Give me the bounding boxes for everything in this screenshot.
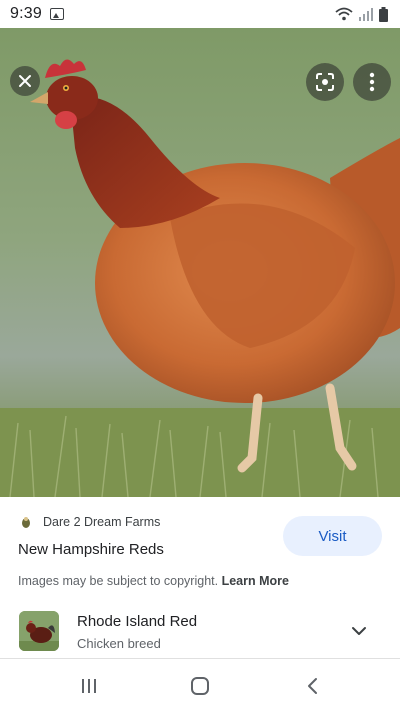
- back-icon: [308, 678, 317, 694]
- lens-icon: [316, 73, 334, 91]
- wifi-icon: [335, 7, 353, 21]
- learn-more-link[interactable]: Learn More: [222, 574, 289, 588]
- entity-thumbnail: [19, 611, 59, 651]
- chevron-down-icon[interactable]: [349, 621, 369, 641]
- copyright-notice: Images may be subject to copyright. Lear…: [18, 574, 289, 588]
- entity-subtitle: Chicken breed: [77, 636, 161, 651]
- image-viewer[interactable]: [0, 28, 400, 497]
- visit-button[interactable]: Visit: [283, 516, 382, 556]
- more-options-button[interactable]: [353, 63, 391, 101]
- related-entity-row[interactable]: Rhode Island Red Chicken breed: [0, 604, 400, 658]
- battery-icon: [379, 6, 388, 22]
- signal-icon: [359, 8, 373, 21]
- copyright-text: Images may be subject to copyright.: [18, 574, 219, 588]
- result-title[interactable]: New Hampshire Reds: [18, 541, 164, 558]
- system-nav-bar: [0, 659, 400, 712]
- lens-button[interactable]: [306, 63, 344, 101]
- more-vert-icon: [369, 72, 375, 92]
- home-icon: [191, 677, 209, 695]
- entity-title: Rhode Island Red: [77, 613, 198, 630]
- source-name: Dare 2 Dream Farms: [43, 515, 161, 529]
- status-bar: 9:39: [0, 0, 400, 28]
- source-favicon-icon: [18, 514, 34, 530]
- home-button[interactable]: [187, 673, 213, 699]
- recents-icon: [82, 679, 96, 693]
- back-button[interactable]: [300, 673, 326, 699]
- recents-button[interactable]: [76, 673, 102, 699]
- source-row[interactable]: Dare 2 Dream Farms: [18, 514, 160, 530]
- status-time: 9:39: [10, 5, 42, 22]
- chicken-photo: [0, 28, 400, 497]
- gallery-icon: [49, 8, 64, 20]
- status-icons: [335, 6, 388, 22]
- close-icon: [19, 75, 31, 87]
- close-button[interactable]: [10, 66, 40, 96]
